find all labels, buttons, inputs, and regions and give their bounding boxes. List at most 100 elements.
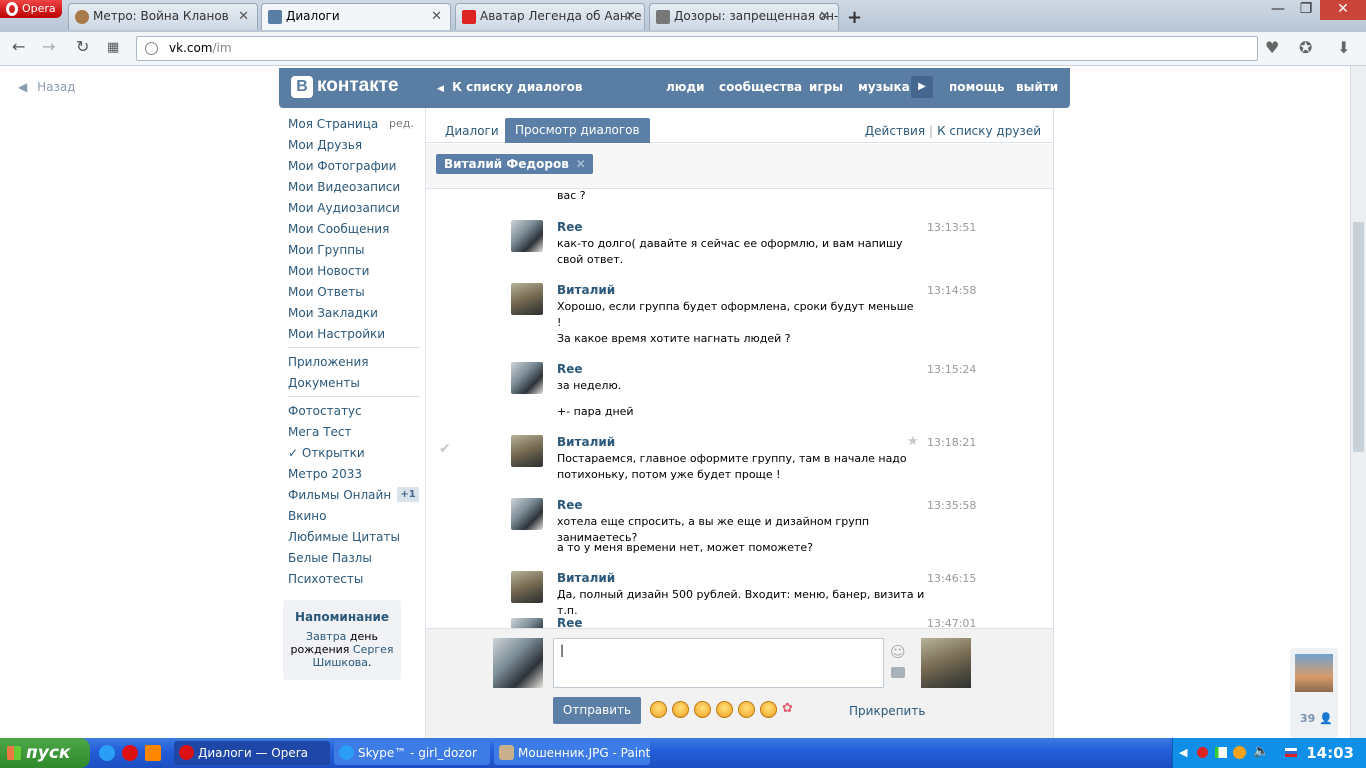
scrollbar-thumb[interactable] xyxy=(1353,222,1364,452)
emoji-paw-icon[interactable]: ✿ xyxy=(782,701,799,718)
sidebar-item-metro-2033[interactable]: Метро 2033 xyxy=(288,467,362,481)
sidebar-edit-link[interactable]: ред. xyxy=(389,117,414,130)
friends-list-link[interactable]: К списку друзей xyxy=(937,124,1041,138)
tab-close-icon[interactable]: ✕ xyxy=(819,4,830,29)
sidebar-item-friends[interactable]: Мои Друзья xyxy=(288,138,362,152)
emoji-unamused-icon[interactable] xyxy=(716,701,733,718)
tray-stop-icon[interactable] xyxy=(1197,747,1208,758)
speed-dial-grid-icon[interactable]: ▦ xyxy=(107,40,119,55)
camera-icon[interactable] xyxy=(891,667,905,678)
tray-app-icon[interactable] xyxy=(1233,746,1246,759)
opera-quicklaunch-icon[interactable] xyxy=(122,745,138,761)
browser-tab-dozory[interactable]: Дозоры: запрещенная он-л ✕ xyxy=(649,3,839,30)
reminder-tomorrow-link[interactable]: Завтра xyxy=(306,630,346,643)
peer-chip[interactable]: Виталий Федоров ✕ xyxy=(436,154,593,174)
browser-tab-metro[interactable]: Метро: Война Кланов ✕ xyxy=(68,3,258,30)
remove-peer-icon[interactable]: ✕ xyxy=(576,154,586,174)
sidebar-item-messages[interactable]: Мои Сообщения xyxy=(288,222,389,236)
minimize-button[interactable]: — xyxy=(1264,0,1292,20)
nav-people[interactable]: люди xyxy=(666,80,705,94)
message-history[interactable]: вас ? Ree 13:13:51 как-то долго( давайте… xyxy=(426,190,1053,628)
vk-logo[interactable]: Вконтакте xyxy=(291,75,399,98)
my-avatar[interactable] xyxy=(493,638,543,688)
nav-communities[interactable]: сообщества xyxy=(719,80,802,94)
taskbar-item-paint[interactable]: Мошенник.JPG - Paint xyxy=(494,741,650,765)
sidebar-item-photos[interactable]: Мои Фотографии xyxy=(288,159,396,173)
browser-tab-avatar[interactable]: Аватар Легенда об Аанге 2 ✕ xyxy=(455,3,645,30)
read-check-icon[interactable]: ✔ xyxy=(439,441,451,457)
online-friends-widget[interactable]: 39 👤 xyxy=(1290,648,1338,738)
sidebar-item-groups[interactable]: Мои Группы xyxy=(288,243,365,257)
taskbar-clock[interactable]: 14:03 xyxy=(1306,744,1354,762)
page-scrollbar[interactable] xyxy=(1350,66,1366,738)
sidebar-item-postcards[interactable]: ✓ Открытки xyxy=(288,446,365,460)
start-button[interactable]: пуск xyxy=(0,738,90,768)
send-button[interactable]: Отправить xyxy=(553,697,641,724)
sidebar-item-apps[interactable]: Приложения xyxy=(288,355,369,369)
avatar-vitaly[interactable] xyxy=(511,435,543,467)
back-arrow-icon[interactable]: ← xyxy=(12,37,25,56)
sidebar-item-photostatus[interactable]: Фотостатус xyxy=(288,404,362,418)
message-author[interactable]: Виталий xyxy=(557,435,615,449)
forward-arrow-icon[interactable]: → xyxy=(42,37,55,56)
maximize-button[interactable]: ❐ xyxy=(1292,0,1320,20)
tray-signal-icon[interactable] xyxy=(1215,747,1227,758)
sidebar-item-audio[interactable]: Мои Аудиозаписи xyxy=(288,201,400,215)
sidebar-item-bookmarks[interactable]: Мои Закладки xyxy=(288,306,378,320)
download-icon[interactable]: ⬇ xyxy=(1337,38,1350,57)
taskbar-item-skype[interactable]: Skype™ - girl_dozor xyxy=(334,741,490,765)
friend-photo[interactable] xyxy=(1295,654,1333,692)
message-input[interactable]: | xyxy=(553,638,884,688)
tab-close-icon[interactable]: ✕ xyxy=(238,4,249,29)
sidebar-item-news[interactable]: Мои Новости xyxy=(288,264,369,278)
back-to-dialogs-link[interactable]: ◀ К списку диалогов xyxy=(437,80,583,94)
emoji-wink-icon[interactable] xyxy=(694,701,711,718)
nav-logout[interactable]: выйти xyxy=(1016,80,1058,94)
avatar-ree[interactable] xyxy=(511,498,543,530)
opera-menu-button[interactable]: Opera xyxy=(0,0,62,18)
sidebar-item-documents[interactable]: Документы xyxy=(288,376,360,390)
avatar-ree[interactable] xyxy=(511,618,543,628)
message-author[interactable]: Ree xyxy=(557,616,583,628)
sidebar-item-psychotests[interactable]: Психотесты xyxy=(288,572,363,586)
taskbar-item-opera[interactable]: Диалоги — Opera xyxy=(174,741,330,765)
message-author[interactable]: Ree xyxy=(557,362,583,376)
favorite-star-icon[interactable]: ★ xyxy=(907,434,919,449)
nav-help[interactable]: помощь xyxy=(949,80,1004,94)
actions-link[interactable]: Действия xyxy=(865,124,925,138)
tab-close-icon[interactable]: ✕ xyxy=(431,4,442,29)
sidebar-item-answers[interactable]: Мои Ответы xyxy=(288,285,365,299)
avatar-vitaly[interactable] xyxy=(511,571,543,603)
site-info-icon[interactable] xyxy=(145,42,158,55)
message-author[interactable]: Виталий xyxy=(557,571,615,585)
attach-link[interactable]: Прикрепить xyxy=(849,704,925,718)
emoji-sad-icon[interactable] xyxy=(738,701,755,718)
reload-icon[interactable]: ↻ xyxy=(76,37,89,56)
sidebar-item-mega-test[interactable]: Мега Тест xyxy=(288,425,352,439)
skype-quicklaunch-icon[interactable] xyxy=(99,745,115,761)
message-author[interactable]: Виталий xyxy=(557,283,615,297)
message-author[interactable]: Ree xyxy=(557,498,583,512)
page-back-link[interactable]: ◀ Назад xyxy=(18,80,75,94)
new-tab-button[interactable]: + xyxy=(847,7,862,28)
peer-avatar[interactable] xyxy=(921,638,971,688)
films-counter-badge[interactable]: +1 xyxy=(397,487,419,502)
heart-icon[interactable]: ♥ xyxy=(1265,38,1279,57)
volume-icon[interactable]: 🔈 xyxy=(1253,744,1269,759)
nav-music[interactable]: музыка xyxy=(858,80,910,94)
emoji-kiss-icon[interactable] xyxy=(760,701,777,718)
music-play-icon[interactable]: ▶ xyxy=(911,76,933,98)
sidebar-item-films-online[interactable]: Фильмы Онлайн xyxy=(288,488,391,502)
nav-games[interactable]: игры xyxy=(809,80,843,94)
language-flag-icon[interactable] xyxy=(1285,748,1297,757)
sidebar-item-white-puzzles[interactable]: Белые Пазлы xyxy=(288,551,372,565)
sidebar-item-vkino[interactable]: Вкино xyxy=(288,509,326,523)
sidebar-item-videos[interactable]: Мои Видеозаписи xyxy=(288,180,400,194)
avatar-ree[interactable] xyxy=(511,220,543,252)
address-bar[interactable]: vk.com/im xyxy=(136,36,1258,61)
tab-dialogs[interactable]: Диалоги xyxy=(445,124,499,138)
close-window-button[interactable]: ✕ xyxy=(1320,0,1366,20)
message-author[interactable]: Ree xyxy=(557,220,583,234)
vlc-quicklaunch-icon[interactable] xyxy=(145,745,161,761)
browser-tab-dialogs[interactable]: Диалоги ✕ xyxy=(261,3,451,30)
